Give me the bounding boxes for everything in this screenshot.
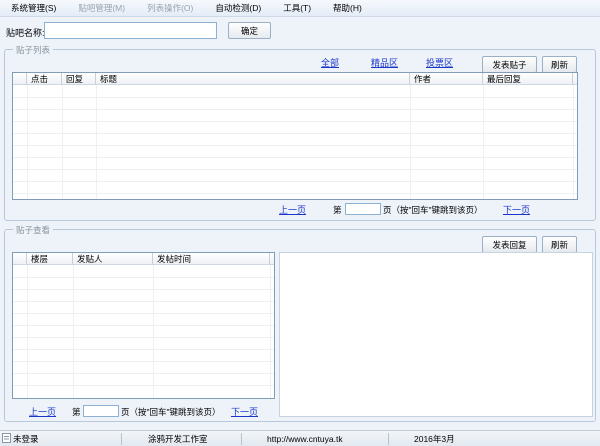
menu-system[interactable]: 系统管理(S) — [0, 2, 67, 14]
status-separator — [121, 433, 122, 445]
column-author[interactable]: 作者 — [410, 73, 483, 85]
reply-list-page-prefix: 第 — [72, 407, 81, 417]
status-icon — [2, 433, 12, 445]
status-separator — [388, 433, 389, 445]
post-list-page-input[interactable] — [345, 203, 381, 215]
reply-list-gridlines — [13, 265, 274, 398]
reply-list-page-input[interactable] — [83, 405, 119, 417]
reply-button[interactable]: 发表回复 — [482, 236, 537, 253]
reply-list-prev-link[interactable]: 上一页 — [29, 405, 56, 418]
column-poster[interactable]: 发贴人 — [73, 253, 153, 265]
post-list-gridlines — [13, 85, 577, 199]
post-list-header: 点击 回复 标题 作者 最后回复 — [13, 73, 577, 85]
column-floor[interactable]: 楼层 — [27, 253, 73, 265]
menu-list-ops[interactable]: 列表操作(O) — [136, 2, 204, 14]
post-view-group: 贴子查看 发表回复 刷新 楼层 发贴人 发帖时间 上一页 第 页（按"回车"键跳… — [4, 224, 596, 422]
status-studio: 涂鸦开发工作室 — [148, 434, 208, 444]
filter-featured-link[interactable]: 精品区 — [371, 56, 398, 69]
menu-forum[interactable]: 贴吧管理(M) — [67, 2, 136, 14]
status-datetime: 2016年3月 — [414, 434, 455, 444]
menu-auto-detect[interactable]: 自动检测(D) — [204, 2, 272, 14]
forum-name-row: 贴吧名称: 确定 — [0, 20, 600, 42]
post-list-page-prefix: 第 — [333, 205, 342, 215]
reply-row-indicator-header — [13, 253, 27, 265]
filter-all-link[interactable]: 全部 — [321, 56, 339, 69]
post-content-viewer[interactable] — [279, 252, 593, 417]
reply-list-next-link[interactable]: 下一页 — [231, 405, 258, 418]
forum-name-input[interactable] — [44, 22, 217, 39]
post-view-title: 贴子查看 — [13, 224, 54, 236]
column-clicks[interactable]: 点击 — [27, 73, 62, 85]
column-replies[interactable]: 回复 — [62, 73, 96, 85]
forum-name-label: 贴吧名称: — [6, 28, 45, 38]
column-post-time[interactable]: 发帖时间 — [153, 253, 270, 265]
publish-post-button[interactable]: 发表贴子 — [482, 56, 537, 73]
menu-bar: 系统管理(S) 贴吧管理(M) 列表操作(O) 自动检测(D) 工具(T) 帮助… — [0, 0, 600, 17]
status-separator — [241, 433, 242, 445]
post-list-page-hint: 页（按"回车"键跳到该页） — [383, 205, 483, 215]
column-title[interactable]: 标题 — [96, 73, 410, 85]
filter-vote-link[interactable]: 投票区 — [426, 56, 453, 69]
post-list-title: 贴子列表 — [13, 44, 54, 56]
menu-tools[interactable]: 工具(T) — [272, 2, 322, 14]
column-last-reply[interactable]: 最后回复 — [483, 73, 573, 85]
post-list-prev-link[interactable]: 上一页 — [279, 203, 306, 216]
reply-list-table[interactable]: 楼层 发贴人 发帖时间 — [12, 252, 275, 399]
row-indicator-header — [13, 73, 27, 85]
refresh-posts-button[interactable]: 刷新 — [542, 56, 577, 73]
confirm-button[interactable]: 确定 — [228, 22, 271, 39]
status-bar: 未登录 涂鸦开发工作室 http://www.cntuya.tk 2016年3月 — [0, 430, 600, 446]
post-list-table[interactable]: 点击 回复 标题 作者 最后回复 — [12, 72, 578, 200]
reply-list-header: 楼层 发贴人 发帖时间 — [13, 253, 274, 265]
status-url[interactable]: http://www.cntuya.tk — [267, 433, 343, 445]
status-login: 未登录 — [13, 434, 39, 444]
menu-help[interactable]: 帮助(H) — [322, 2, 373, 14]
reply-list-page-hint: 页（按"回车"键跳到该页） — [121, 407, 221, 417]
refresh-replies-button[interactable]: 刷新 — [542, 236, 577, 253]
post-list-group: 贴子列表 全部 精品区 投票区 发表贴子 刷新 点击 回复 标题 作者 最后回复 — [4, 44, 596, 221]
post-list-next-link[interactable]: 下一页 — [503, 203, 530, 216]
